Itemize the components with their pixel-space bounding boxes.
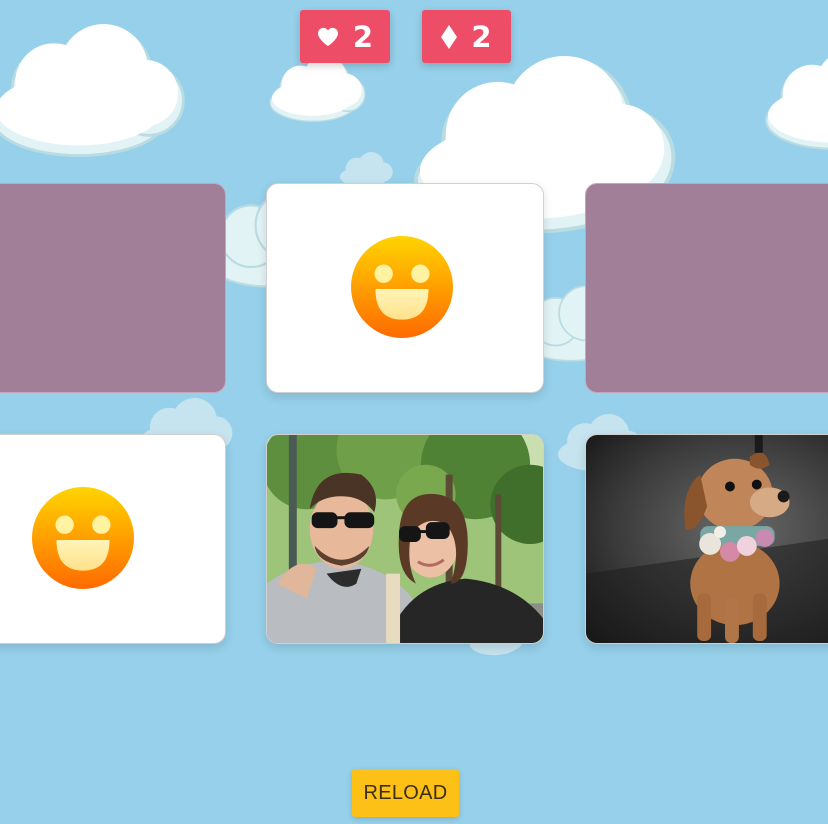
- gems-counter: 2: [422, 10, 511, 63]
- card-6-dog-photo[interactable]: [585, 434, 828, 644]
- card-4-smiley[interactable]: [0, 434, 226, 644]
- heart-icon: [317, 27, 338, 46]
- reload-button[interactable]: RELOAD: [352, 769, 459, 817]
- game-board: 2 2 RELOAD: [0, 0, 828, 824]
- card-5-couple-photo[interactable]: [266, 434, 544, 644]
- smiley-icon: [351, 236, 453, 338]
- card-3-face-down[interactable]: [585, 183, 828, 393]
- diamond-icon: [441, 24, 458, 49]
- couple-selfie-photo: [267, 435, 543, 643]
- smiley-icon: [32, 487, 134, 589]
- card-1-face-down[interactable]: [0, 183, 226, 393]
- lives-counter: 2: [300, 10, 390, 63]
- dog-photo: [586, 435, 828, 643]
- card-2-smiley[interactable]: [266, 183, 544, 393]
- cloud-background: [0, 24, 828, 656]
- gems-count: 2: [471, 19, 492, 54]
- lives-count: 2: [352, 19, 374, 54]
